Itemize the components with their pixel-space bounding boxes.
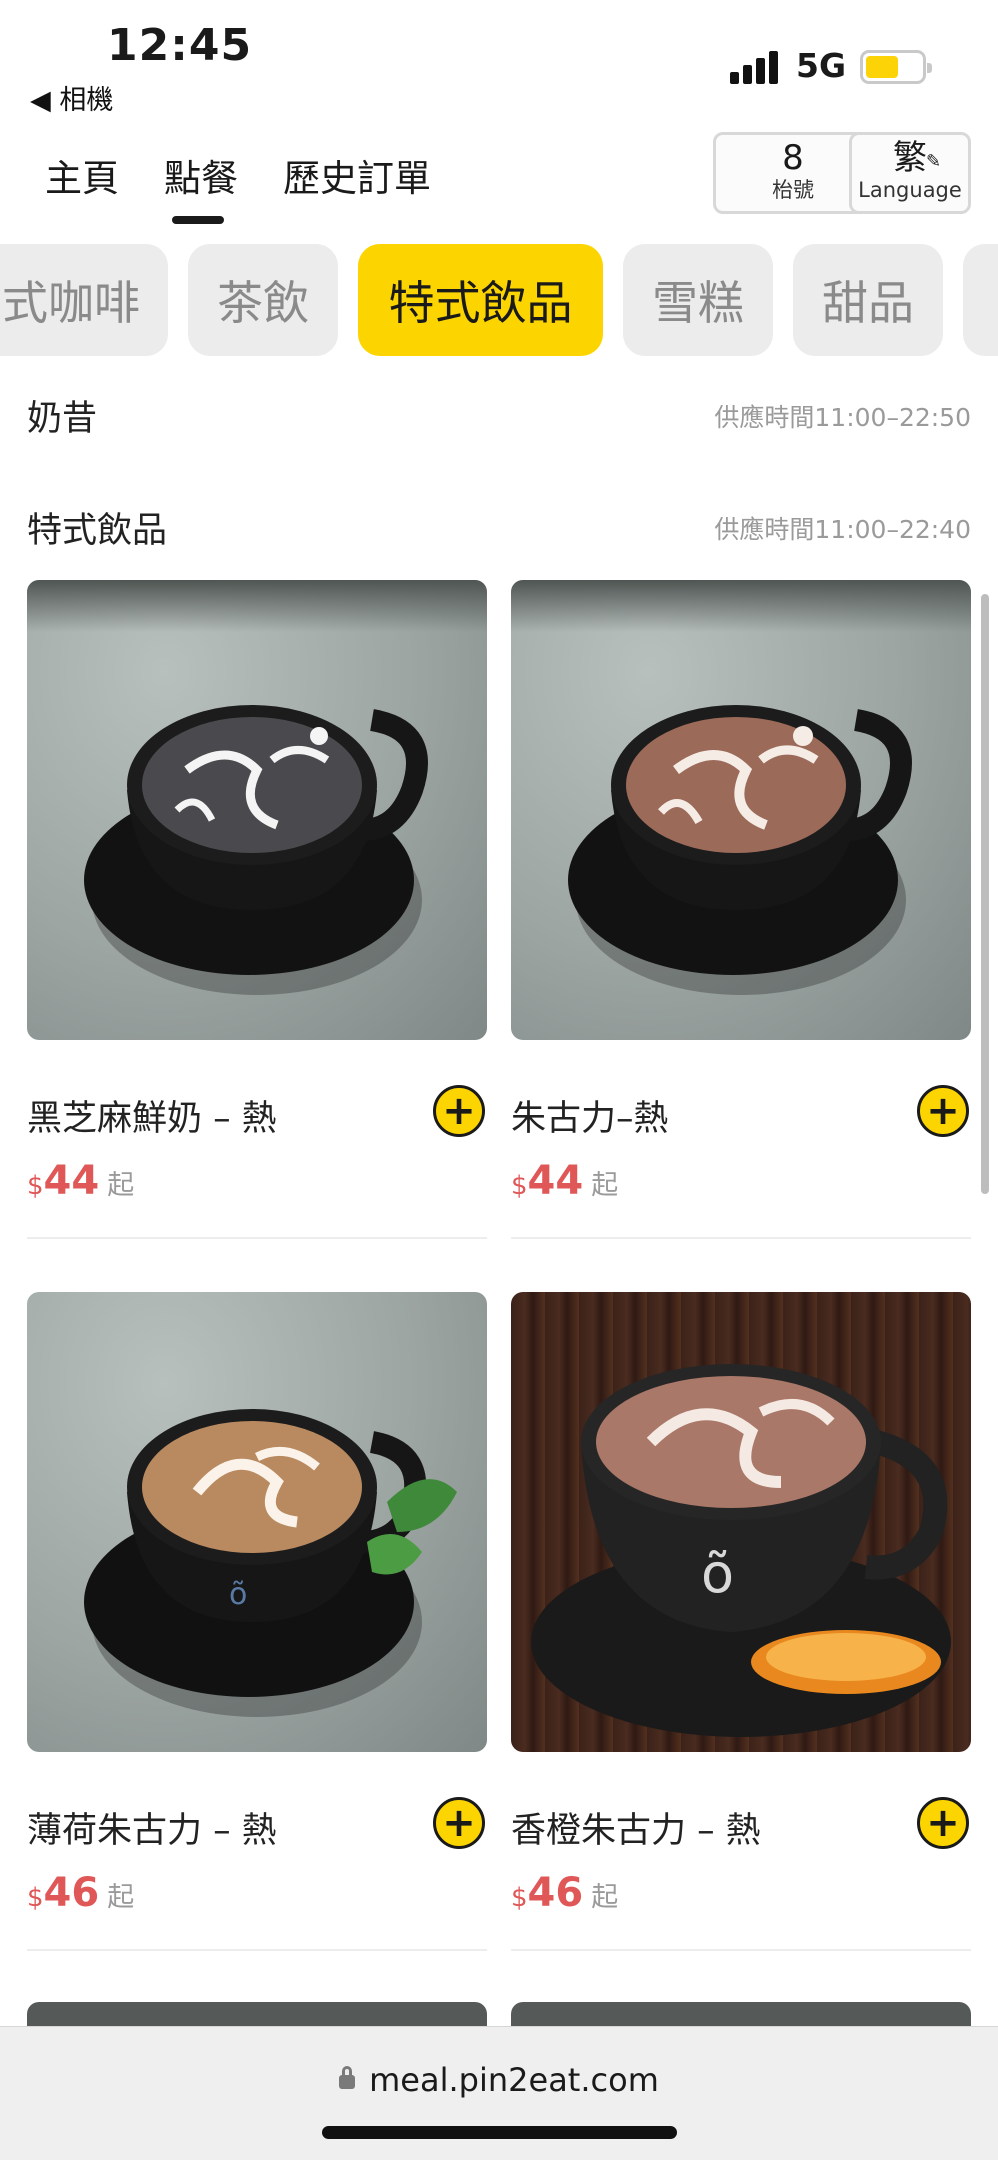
product-photo[interactable]: õ bbox=[511, 1292, 971, 1752]
lock-icon bbox=[339, 2066, 356, 2089]
language-button[interactable]: 繁 ✎ Language bbox=[849, 132, 971, 214]
divider bbox=[27, 1237, 487, 1239]
product-name: 薄荷朱古力 – 熱 bbox=[27, 1811, 277, 1851]
add-to-cart-button[interactable]: + bbox=[433, 1085, 485, 1137]
active-tab-indicator bbox=[172, 216, 224, 224]
language-label: Language bbox=[858, 178, 962, 202]
signal-icon bbox=[730, 50, 780, 84]
price-amount: 46 bbox=[43, 1870, 100, 1916]
clock: 12:45 bbox=[107, 20, 253, 71]
plus-icon: + bbox=[926, 1088, 960, 1134]
category-dessert[interactable]: 甜品 bbox=[793, 244, 943, 356]
browser-address-bar[interactable]: meal.pin2eat.com bbox=[0, 2026, 998, 2160]
tab-home[interactable]: 主頁 bbox=[45, 148, 119, 202]
scrollbar[interactable] bbox=[981, 594, 989, 1194]
product-price: $44 起 bbox=[511, 1158, 618, 1204]
product-card[interactable]: õ 香橙朱古力 – 熱 + $46 起 bbox=[511, 1292, 971, 1951]
product-card[interactable]: õ 薄荷朱古力 – 熱 + $46 起 bbox=[27, 1292, 487, 1951]
price-currency: $ bbox=[27, 1883, 44, 1913]
network-type: 5G bbox=[796, 46, 847, 85]
category-coffee[interactable]: 式咖啡 bbox=[0, 244, 168, 356]
product-name: 香橙朱古力 – 熱 bbox=[511, 1811, 761, 1851]
language-char: 繁 bbox=[893, 138, 927, 178]
price-from-label: 起 bbox=[591, 1882, 619, 1913]
product-card[interactable]: 朱古力–熱 + $44 起 bbox=[511, 580, 971, 1239]
section-specialty-drinks: 特式飲品 供應時間11:00–22:40 bbox=[27, 502, 971, 562]
price-from-label: 起 bbox=[591, 1170, 619, 1201]
price-currency: $ bbox=[511, 1883, 528, 1913]
divider bbox=[511, 1949, 971, 1951]
svg-text:õ: õ bbox=[701, 1542, 734, 1605]
svg-text:õ: õ bbox=[229, 1577, 247, 1612]
product-price: $46 起 bbox=[27, 1870, 134, 1916]
plus-icon: + bbox=[442, 1088, 476, 1134]
divider bbox=[27, 1949, 487, 1951]
product-name: 黑芝麻鮮奶 – 熱 bbox=[27, 1099, 277, 1139]
plus-icon: + bbox=[926, 1800, 960, 1846]
price-from-label: 起 bbox=[107, 1170, 135, 1201]
top-nav: 主頁 點餐 歷史訂單 8 枱號 繁 ✎ Language bbox=[0, 130, 998, 230]
product-photo[interactable] bbox=[511, 580, 971, 1040]
category-tea[interactable]: 茶飲 bbox=[188, 244, 338, 356]
section-title: 特式飲品 bbox=[27, 511, 168, 551]
category-specialty-drinks[interactable]: 特式飲品 bbox=[358, 244, 603, 356]
price-from-label: 起 bbox=[107, 1882, 135, 1913]
add-to-cart-button[interactable]: + bbox=[433, 1797, 485, 1849]
category-bar: 式咖啡 茶飲 特式飲品 雪糕 甜品 bbox=[0, 244, 998, 360]
product-card[interactable]: 黑芝麻鮮奶 – 熱 + $44 起 bbox=[27, 580, 487, 1239]
table-label: 枱號 bbox=[772, 178, 814, 202]
tab-order[interactable]: 點餐 bbox=[164, 148, 238, 202]
section-hours: 供應時間11:00–22:40 bbox=[714, 515, 971, 544]
category-ice-cream[interactable]: 雪糕 bbox=[623, 244, 773, 356]
product-name: 朱古力–熱 bbox=[511, 1099, 669, 1139]
divider bbox=[511, 1237, 971, 1239]
plus-icon: + bbox=[442, 1800, 476, 1846]
battery-icon bbox=[860, 50, 932, 84]
home-indicator[interactable] bbox=[322, 2126, 677, 2139]
add-to-cart-button[interactable]: + bbox=[917, 1797, 969, 1849]
product-price: $44 起 bbox=[27, 1158, 134, 1204]
status-bar: 12:45 ◀ 相機 5G bbox=[0, 0, 998, 120]
price-amount: 44 bbox=[527, 1158, 584, 1204]
price-currency: $ bbox=[27, 1171, 44, 1201]
section-title: 奶昔 bbox=[27, 399, 98, 439]
section-milkshake: 奶昔 供應時間11:00–22:50 bbox=[27, 390, 971, 450]
price-currency: $ bbox=[511, 1171, 528, 1201]
category-more[interactable] bbox=[963, 244, 998, 356]
add-to-cart-button[interactable]: + bbox=[917, 1085, 969, 1137]
product-price: $46 起 bbox=[511, 1870, 618, 1916]
price-amount: 46 bbox=[527, 1870, 584, 1916]
url-display[interactable]: meal.pin2eat.com bbox=[0, 2061, 998, 2099]
section-hours: 供應時間11:00–22:50 bbox=[714, 403, 971, 432]
pencil-icon: ✎ bbox=[926, 151, 942, 172]
table-number: 8 bbox=[782, 138, 804, 178]
tab-order-history[interactable]: 歷史訂單 bbox=[283, 148, 431, 202]
product-photo[interactable]: õ bbox=[27, 1292, 487, 1752]
url-text: meal.pin2eat.com bbox=[369, 2061, 659, 2099]
back-to-camera-link[interactable]: ◀ 相機 bbox=[30, 78, 113, 117]
price-amount: 44 bbox=[43, 1158, 100, 1204]
product-photo[interactable] bbox=[27, 580, 487, 1040]
